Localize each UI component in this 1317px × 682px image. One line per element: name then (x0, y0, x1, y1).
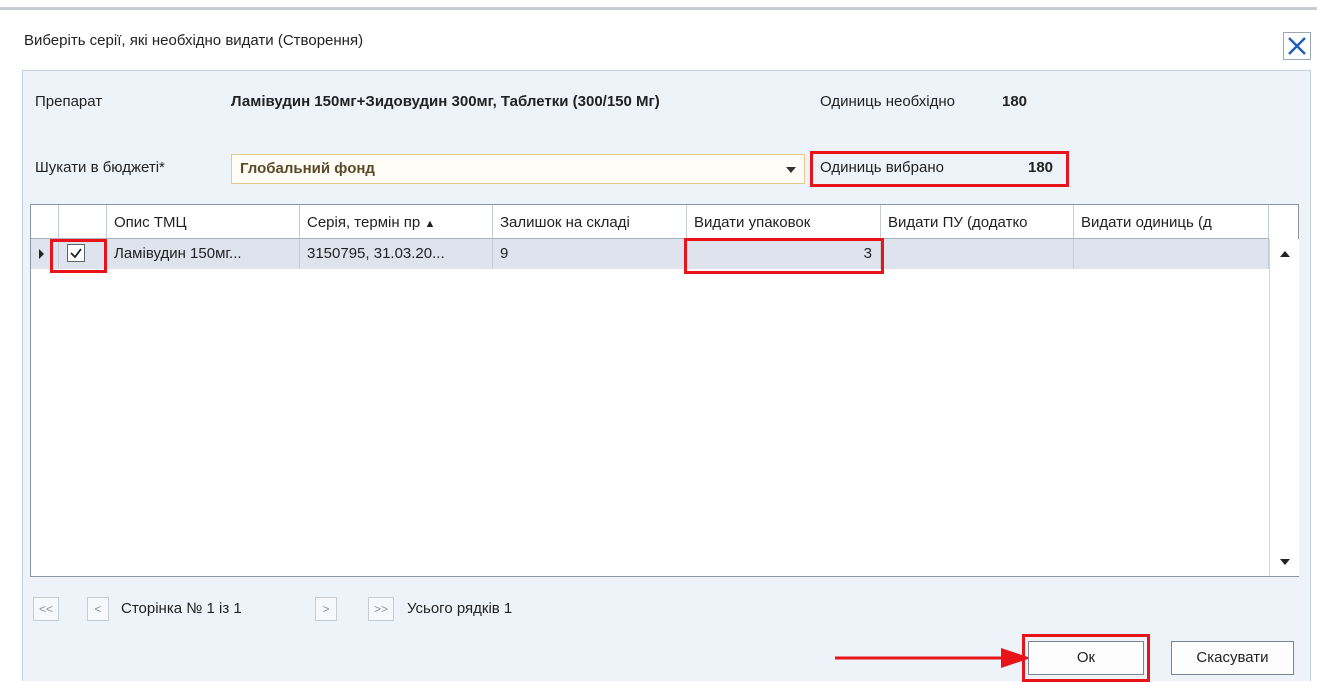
close-icon (1288, 37, 1306, 55)
header-packs[interactable]: Видати упаковок (687, 205, 881, 238)
table-row[interactable]: Ламівудин 150мг... 3150795, 31.03.20... … (31, 239, 1269, 269)
top-border (0, 0, 1317, 10)
header-series-label: Серія, термін пр (307, 214, 421, 231)
units-selected-value: 180 (1028, 159, 1054, 176)
cell-description[interactable]: Ламівудин 150мг... (107, 239, 300, 269)
cell-stock[interactable]: 9 (493, 239, 687, 269)
current-row-icon (39, 249, 44, 259)
units-needed-label: Одиниць необхідно (820, 93, 955, 110)
close-button[interactable] (1283, 32, 1311, 60)
cell-pu[interactable] (881, 239, 1074, 269)
header-series[interactable]: Серія, термін пр ▲ (300, 205, 493, 238)
scroll-down-icon[interactable] (1280, 559, 1290, 565)
dialog-titlebar: Виберіть серії, які необхідно видати (Ст… (0, 13, 1317, 68)
header-units[interactable]: Видати одиниць (д (1074, 205, 1269, 238)
drug-label: Препарат (35, 93, 103, 110)
header-description[interactable]: Опис ТМЦ (107, 205, 300, 238)
units-needed-value: 180 (1002, 93, 1028, 110)
next-page-button[interactable]: > (315, 597, 337, 621)
chevron-down-icon[interactable] (786, 167, 796, 173)
cancel-button[interactable]: Скасувати (1171, 641, 1294, 675)
ok-button[interactable]: Ок (1028, 641, 1144, 675)
header-pu[interactable]: Видати ПУ (додатко (881, 205, 1074, 238)
arrow-pointer-icon (835, 648, 1031, 668)
checkbox-highlight (50, 239, 107, 273)
series-grid: Опис ТМЦ Серія, термін пр ▲ Залишок на с… (30, 204, 1299, 577)
budget-combobox[interactable]: Глобальний фонд (231, 154, 805, 184)
cell-units[interactable] (1074, 239, 1269, 269)
dialog-body: Препарат Ламівудин 150мг+Зидовудин 300мг… (22, 70, 1311, 682)
dialog-title: Виберіть серії, які необхідно видати (Ст… (24, 32, 364, 49)
first-page-button[interactable]: << (33, 597, 59, 621)
header-indicator (31, 205, 59, 238)
total-rows: Усього рядків 1 (407, 600, 513, 617)
cell-series[interactable]: 3150795, 31.03.20... (300, 239, 493, 269)
vertical-scrollbar[interactable] (1269, 239, 1299, 576)
budget-combobox-value: Глобальний фонд (240, 160, 375, 177)
page-indicator: Сторінка № 1 із 1 (121, 600, 242, 617)
drug-name: Ламівудин 150мг+Зидовудин 300мг, Таблетк… (231, 93, 660, 110)
scroll-up-icon[interactable] (1280, 251, 1290, 257)
last-page-button[interactable]: >> (368, 597, 394, 621)
units-selected-label: Одиниць вибрано (820, 159, 944, 176)
prev-page-button[interactable]: < (87, 597, 109, 621)
packs-cell-highlight (684, 238, 884, 274)
sort-ascending-icon: ▲ (424, 218, 436, 230)
budget-label: Шукати в бюджеті* (35, 159, 165, 176)
header-stock[interactable]: Залишок на складі (493, 205, 687, 238)
header-checkbox[interactable] (59, 205, 107, 238)
grid-header: Опис ТМЦ Серія, термін пр ▲ Залишок на с… (31, 205, 1269, 239)
